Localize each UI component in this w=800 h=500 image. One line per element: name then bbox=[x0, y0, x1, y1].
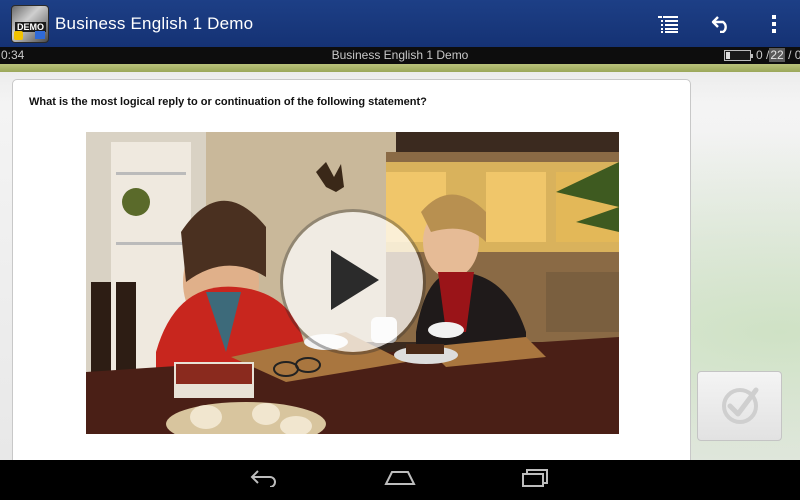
app-title: Business English 1 Demo bbox=[55, 13, 254, 33]
action-bar-actions bbox=[641, 0, 800, 47]
back-icon bbox=[250, 469, 280, 492]
app-icon-flag-badge bbox=[35, 30, 45, 39]
undo-icon bbox=[711, 15, 731, 33]
lesson-title: Business English 1 Demo bbox=[331, 48, 469, 62]
video-player[interactable] bbox=[86, 132, 619, 434]
overflow-menu-icon bbox=[771, 14, 777, 34]
question-prompt: What is the most logical reply to or con… bbox=[29, 96, 427, 108]
score-current: 0 bbox=[756, 48, 763, 62]
app-icon[interactable]: DEMO bbox=[11, 4, 49, 43]
score-extra: / 0 bbox=[788, 48, 800, 62]
nav-home-button[interactable] bbox=[370, 460, 430, 500]
list-icon bbox=[657, 15, 678, 33]
submit-answer-button[interactable] bbox=[697, 371, 782, 441]
nav-back-button[interactable] bbox=[235, 460, 295, 500]
home-icon bbox=[384, 470, 416, 491]
question-card: What is the most logical reply to or con… bbox=[12, 79, 691, 469]
action-bar: DEMO Business English 1 Demo bbox=[0, 0, 800, 47]
nav-recent-apps-button[interactable] bbox=[505, 460, 565, 500]
score-total: 22 bbox=[769, 48, 785, 62]
app-icon-lock-badge bbox=[14, 30, 23, 40]
system-nav-bar bbox=[0, 460, 800, 500]
overflow-menu-button[interactable] bbox=[747, 0, 800, 47]
check-circle-icon bbox=[718, 382, 762, 431]
lesson-list-button[interactable] bbox=[641, 0, 694, 47]
play-icon bbox=[323, 246, 383, 319]
play-button[interactable] bbox=[283, 212, 423, 352]
progress-strip: 0:34 Business English 1 Demo 0 /22 / 0 bbox=[0, 47, 800, 64]
undo-button[interactable] bbox=[694, 0, 747, 47]
accent-divider bbox=[0, 64, 800, 72]
recent-apps-icon bbox=[521, 468, 549, 492]
score-counter: 0 /22 / 0 bbox=[756, 48, 800, 62]
progress-battery-icon bbox=[724, 50, 753, 61]
